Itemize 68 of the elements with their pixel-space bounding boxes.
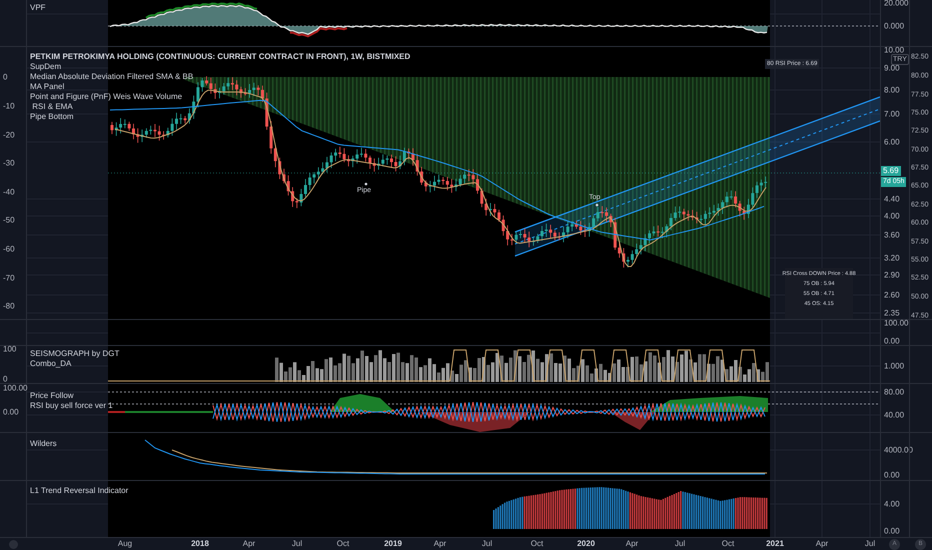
axis-label: 2.35 <box>884 308 900 318</box>
axis-label: 40.00 <box>884 410 904 420</box>
axis-label: -10 <box>3 102 15 110</box>
axis-label: 3.20 <box>884 254 900 262</box>
axis-label: 2.60 <box>884 290 900 300</box>
indicator-label: Combo_DA <box>30 359 72 369</box>
time-label: Apr <box>434 539 446 549</box>
time-label: Jul <box>292 539 302 549</box>
axis-label: 0 <box>3 374 8 384</box>
marker-dot <box>596 204 598 206</box>
axis-label: 10.00 <box>884 46 904 54</box>
time-label: Aug <box>118 539 132 549</box>
time-label: 2020 <box>577 539 595 549</box>
axis-label: 7.00 <box>884 110 900 118</box>
axis-label: 4.40 <box>884 194 900 204</box>
time-label: Oct <box>722 539 734 549</box>
axis-label: 20.000 <box>884 0 908 8</box>
axis-label: 4.00 <box>884 212 900 220</box>
indicator-label: L1 Trend Reversal Indicator <box>30 486 128 496</box>
axis-label: 0.000 <box>884 22 904 30</box>
time-label: Apr <box>242 539 256 549</box>
axis-label: 2.90 <box>884 270 900 280</box>
indicator-label: SEISMOGRAPH by DGT <box>30 349 120 359</box>
indicator-label: Wilders <box>30 439 57 449</box>
time-label: Jul <box>482 539 492 549</box>
indicator-label: Median Absolute Deviation Filtered SMA & BB <box>30 72 194 82</box>
time-label: 2021 <box>766 539 784 549</box>
indicator-label: SupDem <box>30 62 62 72</box>
axis-label: -50 <box>3 216 15 224</box>
axis-label: -60 <box>3 244 15 254</box>
time-label: Oct <box>336 539 350 549</box>
indicator-label: Price Follow <box>30 391 75 401</box>
axis-label: 3.60 <box>884 230 900 240</box>
price-badge: 5.69 <box>881 166 901 176</box>
time-label: 2018 <box>191 539 209 549</box>
time-label: Jul <box>864 539 876 549</box>
axis-label: 0 <box>3 72 8 82</box>
axis-label: 0.00 <box>3 408 19 416</box>
chart-title: PETKIM PETROKIMYA HOLDING (CONTINUOUS: CURRENT CONTRACT IN FRONT), 1W, BISTMIXED <box>30 52 410 62</box>
axis-label: -30 <box>3 158 15 168</box>
indicator-label: VPF <box>30 3 46 13</box>
axis-label: -70 <box>3 274 15 282</box>
axis-label: 6.00 <box>884 138 900 146</box>
axis-label: 1.000 <box>884 362 904 370</box>
time-label: Apr <box>626 539 638 549</box>
axis-label: -20 <box>3 130 15 140</box>
axis-label: 0.00 <box>884 526 900 536</box>
time-label: Apr <box>816 539 828 549</box>
axis-label: 9.00 <box>884 64 900 72</box>
time-label: Oct <box>530 539 544 549</box>
marker-dot <box>364 182 368 186</box>
axis-label: 0.00 <box>884 470 900 480</box>
axis-label: 8.00 <box>884 86 900 94</box>
time-label: 2019 <box>384 539 402 549</box>
axis-label: -80 <box>3 302 15 310</box>
indicator-label: RSI buy sell force ver 1 <box>30 401 113 411</box>
axis-label: -40 <box>3 188 15 196</box>
axis-label: 100.00 <box>3 384 28 392</box>
time-label: Jul <box>674 539 686 549</box>
axis-label: 100 <box>3 344 16 354</box>
indicator-label: RSI & EMA <box>31 102 74 112</box>
axis-label: 80.00 <box>884 388 904 396</box>
axis-label: 0.00 <box>884 336 900 346</box>
axis-label: 100.00 <box>884 318 908 328</box>
indicator-label: MA Panel <box>30 82 66 92</box>
indicator-label: Point and Figure (PnF) Weis Wave Volume <box>30 92 184 102</box>
axis-label: 4.00 <box>884 500 900 508</box>
indicator-label: Pipe Bottom <box>30 112 75 122</box>
